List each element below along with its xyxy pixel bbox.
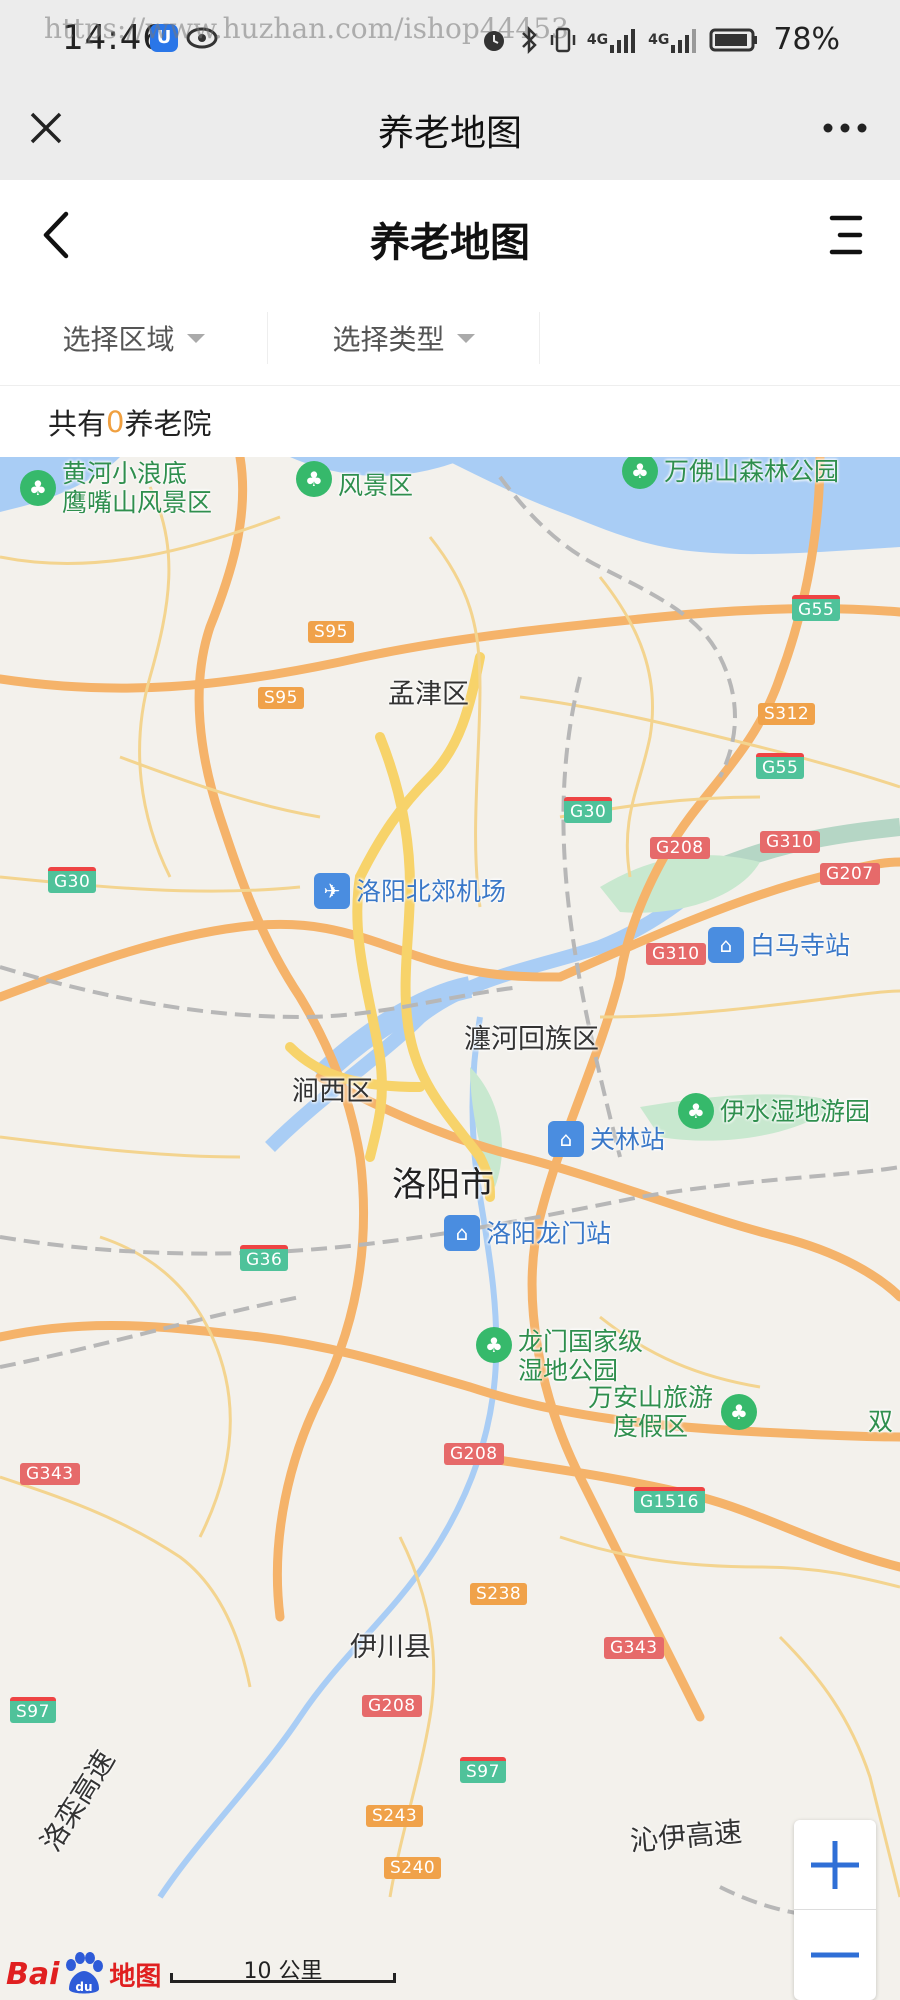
- zoom-in-button[interactable]: [794, 1820, 876, 1910]
- poi-longmen-station[interactable]: ⌂ 洛阳龙门站: [444, 1215, 611, 1251]
- road-shield: S95: [308, 621, 354, 643]
- bluetooth-icon: [521, 25, 537, 54]
- battery-icon: [709, 28, 758, 51]
- poi-xiaolangdi[interactable]: ♣ 黄河小浪底 鹰嘴山风景区: [20, 459, 212, 517]
- baidu-paw-icon: du: [66, 1952, 104, 1994]
- vibrate-icon: [550, 27, 576, 52]
- zoom-controls: [794, 1820, 876, 2000]
- wechat-top-bar: 养老地图: [0, 80, 900, 180]
- district-label-yichuan: 伊川县: [350, 1632, 431, 1663]
- signal-1-icon: 4G: [587, 25, 638, 55]
- road-shield: G343: [20, 1463, 80, 1485]
- district-label-chanhe: 瀍河回族区: [464, 1024, 599, 1055]
- poi-label: 洛阳北郊机场: [356, 876, 507, 906]
- park-icon: ♣: [721, 1394, 758, 1430]
- park-icon: ♣: [296, 460, 332, 497]
- park-icon: ♣: [476, 1327, 512, 1363]
- zoom-out-button[interactable]: [794, 1910, 876, 2000]
- district-label-mengjin: 孟津区: [388, 679, 469, 710]
- nursing-home-count: 共有 0 养老院: [0, 387, 900, 457]
- poi-label: 洛阳龙门站: [486, 1218, 612, 1248]
- caret-down-icon: [456, 333, 475, 343]
- road-shield: G208: [650, 837, 710, 859]
- poi-baimasi-station[interactable]: ⌂ 白马寺站: [708, 927, 850, 963]
- filter-bar: 选择区域 选择类型: [0, 290, 900, 386]
- poi-wanfoshan[interactable]: ♣ 万佛山森林公园: [622, 457, 839, 489]
- poi-shuang: 双: [868, 1407, 893, 1436]
- road-shield: G208: [444, 1443, 504, 1465]
- map-scale: 10 公里: [170, 1953, 396, 1984]
- count-prefix: 共有: [48, 407, 107, 441]
- poi-label: 关林站: [590, 1124, 666, 1154]
- city-label-luoyang: 洛阳市: [392, 1165, 494, 1205]
- poi-label: 风景区: [338, 471, 414, 500]
- poi-guanlin-station[interactable]: ⌂ 关林站: [548, 1121, 665, 1157]
- signal-2-icon: 4G: [648, 25, 699, 55]
- train-station-icon: ⌂: [548, 1121, 584, 1157]
- road-shield: G343: [604, 1637, 664, 1659]
- select-area-label: 选择区域: [62, 323, 175, 356]
- list-menu-icon[interactable]: [826, 212, 866, 258]
- poi-wananshan[interactable]: ♣ 万安山旅游 度假区: [588, 1383, 758, 1441]
- park-icon: ♣: [678, 1093, 714, 1129]
- baidu-logo-text: Bai: [6, 1956, 60, 1992]
- select-area-dropdown[interactable]: 选择区域: [0, 312, 268, 364]
- park-icon: ♣: [622, 457, 658, 489]
- train-station-icon: ⌂: [444, 1215, 480, 1251]
- poi-label: 双: [868, 1407, 894, 1436]
- minus-icon: [811, 1952, 859, 1958]
- train-station-icon: ⌂: [708, 927, 744, 963]
- plus-icon: [811, 1840, 859, 1889]
- poi-label: 伊水湿地游园: [720, 1096, 871, 1126]
- road-shield: G310: [760, 831, 820, 853]
- road-shield: G55: [792, 595, 841, 621]
- district-label-jianxi: 涧西区: [292, 1076, 373, 1107]
- poi-scenic-area[interactable]: ♣ 风景区: [296, 457, 413, 500]
- svg-text:du: du: [76, 1980, 93, 1994]
- road-shield: S240: [384, 1857, 442, 1879]
- road-shield: S243: [366, 1805, 424, 1827]
- wechat-title: 养老地图: [377, 113, 522, 154]
- count-suffix: 养老院: [124, 407, 212, 441]
- road-shield: G207: [820, 863, 880, 885]
- alarm-icon: [483, 30, 504, 51]
- battery-percent: 78%: [773, 22, 840, 57]
- park-icon: ♣: [20, 470, 56, 506]
- road-shield: S97: [460, 1757, 506, 1783]
- more-options-icon[interactable]: [820, 106, 870, 150]
- road-shield: G30: [564, 797, 613, 823]
- poi-label: 白马寺站: [750, 930, 851, 960]
- caret-down-icon: [186, 333, 205, 343]
- status-bar: 14:46 U https://www.huzhan.com/ishop4445…: [0, 0, 900, 80]
- map-view[interactable]: 孟津区 瀍河回族区 涧西区 洛阳市 伊川县 ♣ 黄河小浪底 鹰嘴山风景区 ♣ 风…: [0, 457, 900, 2000]
- road-shield: G310: [646, 943, 706, 965]
- road-shield: G1516: [634, 1487, 705, 1513]
- poi-label: 黄河小浪底 鹰嘴山风景区: [62, 459, 213, 517]
- poi-label: 龙门国家级 湿地公园: [518, 1327, 644, 1385]
- select-type-dropdown[interactable]: 选择类型: [268, 312, 540, 364]
- select-type-label: 选择类型: [332, 323, 445, 356]
- status-icons: 4G 4G 78%: [479, 22, 840, 57]
- poi-label: 万佛山森林公园: [664, 457, 840, 486]
- road-shield: S312: [758, 703, 816, 725]
- airplane-icon: ✈: [314, 873, 350, 909]
- baidu-map-logo: Bai du 地图: [6, 1951, 161, 1997]
- road-shield: S238: [470, 1583, 528, 1605]
- poi-longmen-wetland[interactable]: ♣ 龙门国家级 湿地公园: [476, 1327, 643, 1385]
- scale-bar: [170, 1973, 396, 1983]
- poi-yishui-park[interactable]: ♣ 伊水湿地游园: [678, 1093, 870, 1129]
- baidu-map-text: 地图: [109, 1961, 162, 1992]
- road-shield: G208: [362, 1695, 422, 1717]
- road-shield: G55: [756, 753, 805, 779]
- page-header: 养老地图: [0, 180, 900, 290]
- count-number: 0: [106, 405, 125, 439]
- road-shield: S95: [258, 687, 304, 709]
- road-shield: S97: [10, 1697, 56, 1723]
- poi-airport[interactable]: ✈ 洛阳北郊机场: [314, 873, 506, 909]
- road-shield: G30: [48, 867, 97, 893]
- road-shield: G36: [240, 1245, 289, 1271]
- page-title: 养老地图: [370, 220, 530, 266]
- poi-label: 万安山旅游 度假区: [588, 1383, 714, 1441]
